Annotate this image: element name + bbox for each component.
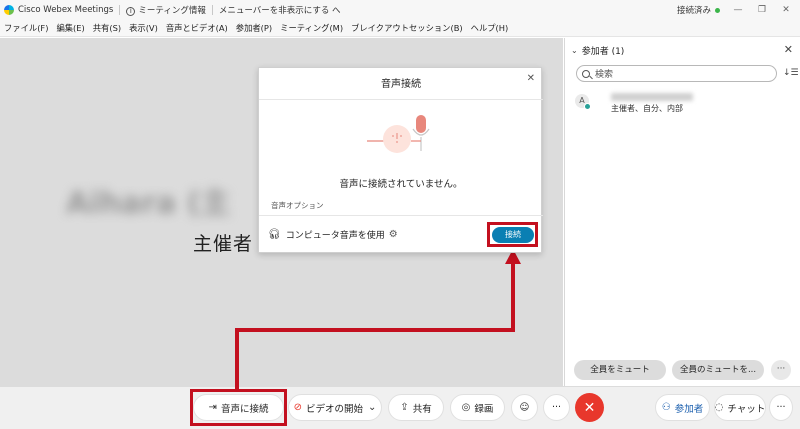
audio-status-text: 音声に接続されていません。 — [339, 179, 463, 190]
minimize-icon[interactable]: — — [732, 5, 744, 15]
hide-menubar-link[interactable]: メニューバーを非表示にする へ — [219, 4, 341, 16]
headset-icon: 🎧︎ — [268, 229, 281, 240]
end-call-icon: ✕ — [583, 399, 596, 416]
audio-button-highlight — [190, 389, 287, 426]
collapse-chevron-icon[interactable]: ⌄ — [571, 46, 578, 55]
chevron-down-icon[interactable]: ⌄ — [368, 402, 376, 413]
toolbar-more-button[interactable]: ··· — [769, 394, 793, 421]
menu-file[interactable]: ファイル(F) — [0, 22, 52, 34]
blurred-participant-name: Aihara (主 — [66, 186, 231, 221]
audio-options-label: 音声オプション — [271, 201, 324, 210]
menu-edit[interactable]: 編集(E) — [52, 22, 88, 34]
host-label: 主催者 — [193, 233, 254, 255]
connection-status: 接続済み — [677, 4, 720, 16]
app-title: Cisco Webex Meetings — [18, 4, 114, 15]
person-icon: ⚇ — [661, 402, 671, 413]
participant-name-redacted — [611, 93, 693, 101]
participants-label: 参加者 — [674, 403, 704, 415]
participant-role: 主催者、自分、内部 — [611, 104, 683, 113]
menu-meeting[interactable]: ミーティング(M) — [276, 22, 347, 34]
chat-button[interactable]: ◌ チャット — [714, 394, 766, 421]
menu-audio-video[interactable]: 音声とビデオ(A) — [162, 22, 232, 34]
avatar: A — [575, 94, 591, 110]
chat-label: チャット — [727, 403, 766, 415]
menu-breakout[interactable]: ブレイクアウトセッション(B) — [347, 22, 467, 34]
connect-button-highlight — [487, 222, 538, 247]
menu-share[interactable]: 共有(S) — [89, 22, 125, 34]
title-separator — [211, 4, 213, 15]
window-controls: 接続済み — ❐ ✕ — [677, 0, 792, 19]
start-video-label: ビデオの開始 — [305, 403, 363, 415]
close-window-icon[interactable]: ✕ — [780, 5, 792, 15]
title-bar: Cisco Webex Meetings i ミーティング情報 メニューバーを非表… — [0, 0, 800, 19]
title-separator — [119, 4, 121, 15]
meeting-info-link[interactable]: i ミーティング情報 — [126, 4, 206, 16]
start-video-button[interactable]: ⊘ ビデオの開始 ⌄ — [288, 394, 382, 421]
participant-search-input[interactable]: 検索 — [576, 65, 777, 82]
reactions-button[interactable]: ☺ — [511, 394, 538, 421]
gear-icon[interactable]: ⚙ — [389, 229, 398, 240]
menu-participants[interactable]: 参加者(P) — [232, 22, 276, 34]
record-label: 録画 — [474, 403, 494, 415]
search-placeholder: 検索 — [595, 70, 614, 80]
menu-bar: ファイル(F) 編集(E) 共有(S) 表示(V) 音声とビデオ(A) 参加者(… — [0, 19, 800, 37]
dialog-close-icon[interactable]: ✕ — [527, 73, 535, 84]
share-icon: ⇪ — [400, 402, 409, 413]
more-options-button[interactable]: ··· — [543, 394, 570, 421]
computer-audio-label: コンピュータ音声を使用 — [285, 231, 385, 241]
participants-button[interactable]: ⚇ 参加者 — [655, 394, 710, 421]
panel-more-button[interactable]: ··· — [771, 360, 791, 380]
video-off-icon: ⊘ — [293, 402, 302, 413]
panel-title: 参加者 (1) — [581, 46, 625, 57]
menu-view[interactable]: 表示(V) — [125, 22, 162, 34]
panel-header: ⌄ 参加者 (1) ✕ — [571, 43, 795, 57]
dialog-title: 音声接続 — [259, 68, 543, 100]
sort-icon[interactable]: ↓☰ — [783, 68, 799, 78]
menu-help[interactable]: ヘルプ(H) — [467, 22, 513, 34]
computer-audio-option[interactable]: 🎧︎ コンピュータ音声を使用 ⚙ — [268, 228, 398, 241]
more-icon: ··· — [776, 402, 786, 413]
more-icon: ··· — [551, 402, 562, 413]
end-meeting-button[interactable]: ✕ — [575, 393, 604, 422]
presence-badge-icon — [584, 103, 591, 110]
close-panel-icon[interactable]: ✕ — [784, 43, 793, 56]
record-button[interactable]: ◎ 録画 — [450, 394, 505, 421]
participants-panel: ⌄ 参加者 (1) ✕ 検索 ↓☰ A 主催者、自分、内部 全員をミュート 全員… — [564, 38, 800, 386]
share-button[interactable]: ⇪ 共有 — [388, 394, 444, 421]
search-icon — [582, 69, 590, 78]
connected-dot-icon — [715, 7, 720, 13]
unmute-all-button[interactable]: 全員のミュートを... — [672, 360, 764, 380]
info-icon: i — [126, 6, 136, 16]
dialog-divider — [259, 215, 543, 216]
connection-status-label: 接続済み — [676, 5, 711, 16]
mute-all-button[interactable]: 全員をミュート — [574, 360, 666, 380]
chat-icon: ◌ — [714, 402, 724, 413]
participant-list-item[interactable]: A 主催者、自分、内部 — [575, 93, 785, 117]
microphone-illustration-icon — [367, 115, 430, 153]
share-label: 共有 — [412, 403, 432, 415]
webex-logo-icon — [4, 4, 14, 15]
record-icon: ◎ — [461, 402, 471, 413]
meeting-toolbar: ⇥ 音声に接続 ⊘ ビデオの開始 ⌄ ⇪ 共有 ◎ 録画 ☺ ··· ✕ ⚇ 参加者 ◌ チャ… — [0, 386, 800, 429]
smiley-icon: ☺ — [519, 402, 530, 413]
restore-icon[interactable]: ❐ — [756, 5, 768, 15]
meeting-info-label: ミーティング情報 — [138, 5, 206, 16]
